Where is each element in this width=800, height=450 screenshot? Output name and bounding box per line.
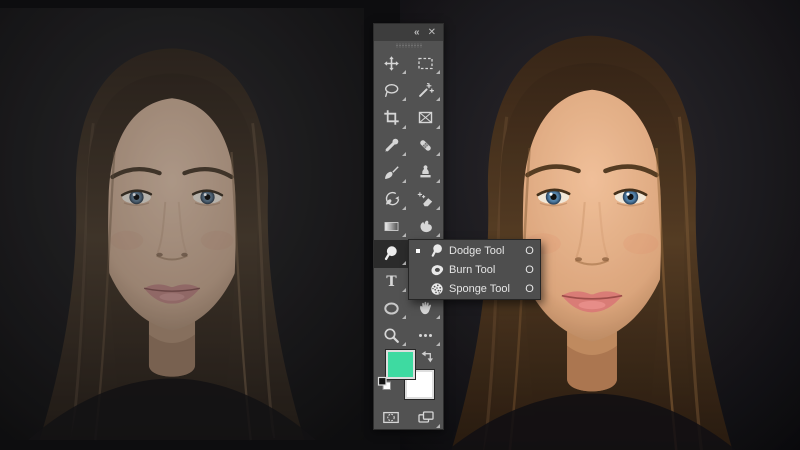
hand-icon <box>420 301 432 314</box>
lasso-icon <box>384 84 399 98</box>
flyout-item-dodge-tool[interactable]: Dodge Tool O <box>409 241 540 260</box>
ellipse-icon <box>384 302 399 315</box>
spot-healing-brush-tool-button[interactable] <box>409 132 444 159</box>
flyout-item-shortcut: O <box>525 282 534 295</box>
eyedropper-tool-button[interactable] <box>374 132 409 159</box>
magic-wand-tool-button[interactable] <box>409 77 444 104</box>
move-icon <box>383 56 399 71</box>
flyout-item-shortcut: O <box>525 244 534 257</box>
screen-mode-button[interactable] <box>409 404 444 431</box>
marquee-icon <box>418 57 433 70</box>
foreground-color-swatch[interactable] <box>385 349 416 381</box>
panel-grip[interactable] <box>374 41 443 50</box>
gradient-tool-button[interactable] <box>374 213 409 240</box>
history-brush-tool-button[interactable] <box>374 186 409 213</box>
flyout-item-burn-tool[interactable]: Burn Tool O <box>409 260 540 279</box>
eyedropper-icon <box>384 138 399 152</box>
zoom-tool-button[interactable] <box>374 322 409 349</box>
brush-icon <box>384 166 399 179</box>
collapse-panel-icon[interactable]: « <box>414 27 419 38</box>
dodge-tool-flyout-menu: Dodge Tool O Burn Tool O Sponge Tool O <box>408 239 541 300</box>
flyout-item-shortcut: O <box>525 263 534 276</box>
crop-tool-button[interactable] <box>374 104 409 131</box>
dodge-icon <box>385 246 397 261</box>
svg-text:T: T <box>386 274 397 290</box>
screen-mode-icon <box>418 411 434 423</box>
healing-brush-icon <box>420 139 432 151</box>
photoshop-workspace: « ✕ T Dodge Tool O Burn Tool O Sponge To… <box>0 0 800 450</box>
clone-stamp-tool-button[interactable] <box>409 159 444 186</box>
clone-stamp-icon <box>420 165 431 178</box>
dodge-icon <box>427 243 446 259</box>
tool-grid: T <box>374 50 443 349</box>
move-tool-button[interactable] <box>374 50 409 77</box>
eraser-icon <box>417 192 433 207</box>
smudge-tool-button[interactable] <box>409 213 444 240</box>
sponge-icon <box>427 281 446 297</box>
lasso-tool-button[interactable] <box>374 77 409 104</box>
ellipse-shape-tool-button[interactable] <box>374 295 409 322</box>
magic-eraser-tool-button[interactable] <box>409 186 444 213</box>
brush-tool-button[interactable] <box>374 159 409 186</box>
flyout-item-sponge-tool[interactable]: Sponge Tool O <box>409 279 540 298</box>
dodge-tool-button[interactable] <box>374 240 409 268</box>
history-brush-icon <box>385 191 399 206</box>
magic-wand-icon <box>419 83 435 98</box>
flyout-item-label: Burn Tool <box>449 263 496 276</box>
more-tools-icon <box>419 333 433 337</box>
crop-icon <box>384 110 399 126</box>
close-panel-icon[interactable]: ✕ <box>428 27 436 38</box>
color-swatches <box>374 349 443 402</box>
tools-panel-header: « ✕ <box>374 24 443 41</box>
smudge-icon <box>420 220 433 233</box>
grip-dots-icon <box>394 43 423 48</box>
swap-colors-icon[interactable] <box>420 349 435 369</box>
type-tool-button[interactable]: T <box>374 268 409 295</box>
panel-bottom-row <box>374 404 443 431</box>
default-colors-icon[interactable] <box>377 376 392 396</box>
burn-icon <box>427 262 446 278</box>
edit-toolbar-button[interactable] <box>409 322 444 349</box>
current-tool-indicator <box>412 248 424 253</box>
gradient-icon <box>384 222 399 232</box>
flyout-item-label: Dodge Tool <box>449 244 505 257</box>
quick-mask-icon <box>383 412 400 424</box>
rectangular-marquee-tool-button[interactable] <box>409 50 444 77</box>
type-icon: T <box>386 274 397 290</box>
zoom-icon <box>384 328 399 343</box>
frame-icon <box>419 112 433 124</box>
canvas-photo-before[interactable] <box>0 0 400 450</box>
frame-tool-button[interactable] <box>409 104 444 131</box>
tools-panel: « ✕ T <box>373 23 444 430</box>
canvas-photo-after[interactable] <box>400 0 800 450</box>
quick-mask-mode-button[interactable] <box>374 404 409 431</box>
flyout-item-label: Sponge Tool <box>449 282 510 295</box>
